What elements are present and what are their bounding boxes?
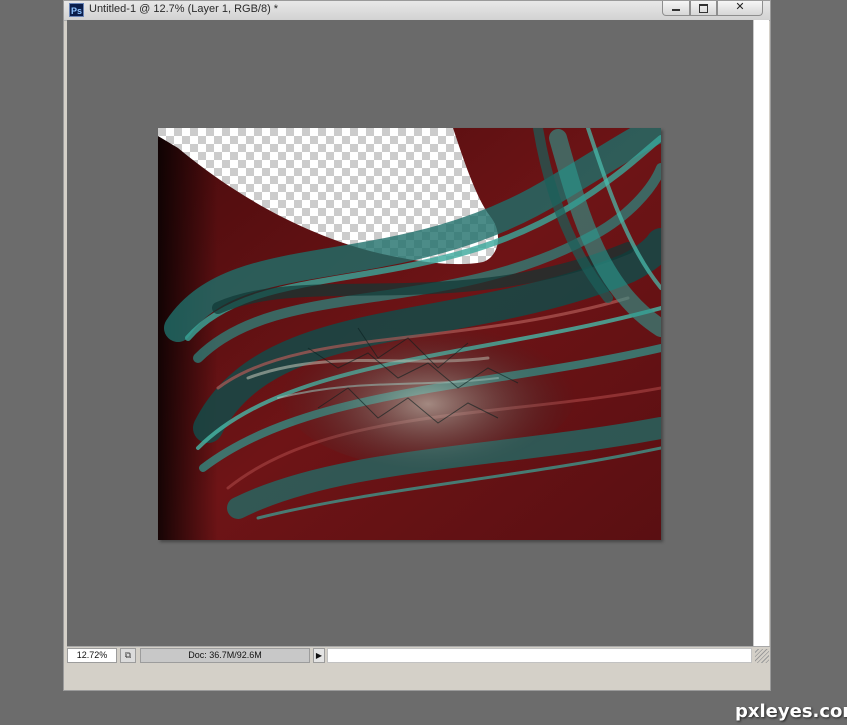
close-button[interactable]: ✕ xyxy=(717,1,763,16)
document-window: Ps Untitled-1 @ 12.7% (Layer 1, RGB/8) *… xyxy=(63,0,771,691)
resize-grip-icon[interactable] xyxy=(755,649,769,663)
minimize-icon xyxy=(672,9,680,11)
maximize-icon xyxy=(699,4,708,13)
photoshop-icon: Ps xyxy=(69,3,84,17)
close-icon: ✕ xyxy=(735,1,745,13)
document-info: Doc: 36.7M/92.6M xyxy=(140,648,310,663)
status-bar-doc-icon[interactable]: ⧉ xyxy=(120,648,136,663)
status-menu-arrow-icon[interactable]: ▶ xyxy=(313,648,325,663)
canvas-workspace[interactable] xyxy=(67,20,753,646)
vertical-scrollbar[interactable] xyxy=(753,20,769,646)
watermark-logo: pxleyes.com xyxy=(735,701,847,722)
minimize-button[interactable] xyxy=(662,1,690,16)
document-canvas[interactable] xyxy=(158,114,676,540)
status-bar: 12.72% ⧉ Doc: 36.7M/92.6M ▶ xyxy=(67,646,770,664)
zoom-level-field[interactable]: 12.72% xyxy=(67,648,117,663)
maximize-button[interactable] xyxy=(690,1,717,16)
artwork-image xyxy=(158,114,676,540)
horizontal-scrollbar[interactable] xyxy=(327,648,752,663)
title-bar[interactable]: Ps Untitled-1 @ 12.7% (Layer 1, RGB/8) *… xyxy=(64,1,770,21)
window-title: Untitled-1 @ 12.7% (Layer 1, RGB/8) * xyxy=(89,3,279,15)
